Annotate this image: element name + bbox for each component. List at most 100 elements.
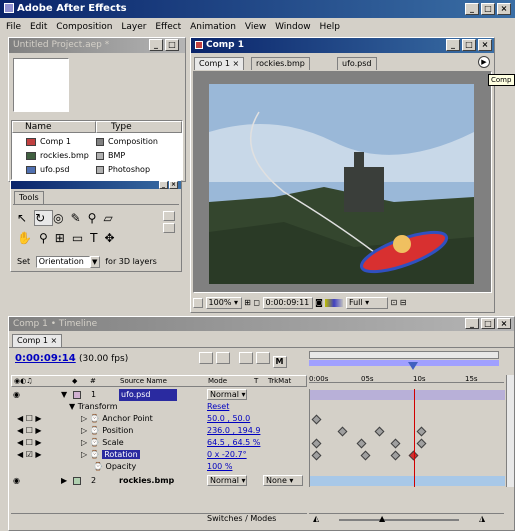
- project-col-name[interactable]: Name: [12, 121, 96, 133]
- menu-view[interactable]: View: [245, 22, 266, 32]
- tab-comp-1[interactable]: Comp 1 ×: [194, 57, 245, 70]
- trkmat-dropdown[interactable]: None ▾: [263, 475, 303, 486]
- zoom-tool-icon[interactable]: ⚲: [39, 231, 55, 245]
- current-time-indicator[interactable]: [408, 362, 418, 370]
- draft-3d-icon[interactable]: [215, 352, 230, 364]
- stopwatch-icon[interactable]: ⌚: [93, 462, 106, 471]
- mask-icon[interactable]: ◻: [253, 298, 260, 307]
- trkmat-header[interactable]: TrkMat: [268, 376, 291, 386]
- work-area-bar[interactable]: [309, 351, 499, 359]
- tab-timeline-comp[interactable]: Comp 1 ×: [12, 334, 63, 347]
- source-name-header[interactable]: Source Name: [120, 376, 167, 386]
- timeline-minimize-button[interactable]: _: [465, 318, 479, 329]
- reset-link[interactable]: Reset: [207, 401, 229, 413]
- comp-maximize-button[interactable]: □: [462, 39, 476, 51]
- tools-close-button[interactable]: ×: [169, 181, 178, 189]
- property-value[interactable]: 50.0 , 50.0: [207, 413, 250, 425]
- close-button[interactable]: ×: [497, 3, 511, 15]
- tab-tools[interactable]: Tools: [14, 191, 44, 204]
- mode-header[interactable]: Mode: [208, 376, 227, 386]
- rotation-tool-icon[interactable]: ↻: [34, 210, 54, 226]
- keyframe-nav-scale[interactable]: ◀ ☐ ▶: [17, 437, 42, 449]
- video-switch-icon[interactable]: ◉: [13, 389, 20, 401]
- track-xy-icon[interactable]: ⊞: [55, 231, 72, 245]
- motion-blur-icon[interactable]: [255, 352, 270, 364]
- comp-viewer[interactable]: [193, 71, 492, 293]
- keyframe[interactable]: [356, 438, 367, 449]
- keyframe[interactable]: [337, 426, 348, 437]
- property-scale[interactable]: ▷ ⌚ Scale: [81, 437, 124, 449]
- zoom-slider-thumb[interactable]: ▲: [379, 514, 385, 523]
- stopwatch-icon[interactable]: ▷ ⌚: [81, 438, 102, 447]
- color-channels-icon[interactable]: [325, 298, 344, 307]
- menu-layer[interactable]: Layer: [121, 22, 146, 32]
- project-maximize-button[interactable]: □: [165, 39, 179, 51]
- zoom-in-icon[interactable]: ◮: [479, 514, 485, 523]
- keyframe[interactable]: [311, 438, 322, 449]
- switches-modes-toggle[interactable]: Switches / Modes: [207, 514, 276, 523]
- live-update-icon[interactable]: [199, 352, 213, 364]
- time-ruler[interactable]: 0:00s 05s 10s 15s: [309, 367, 504, 383]
- layer-name[interactable]: ufo.psd: [119, 389, 177, 401]
- menu-animation[interactable]: Animation: [190, 22, 236, 32]
- timeline-maximize-button[interactable]: □: [481, 318, 495, 329]
- label-color-icon[interactable]: [73, 391, 81, 399]
- transform-group[interactable]: ▼ Transform: [69, 401, 118, 413]
- hand-tool-icon[interactable]: ✋: [17, 231, 39, 245]
- layer-row-1[interactable]: ◉ ▼ 1 ufo.psd Normal ▾: [11, 389, 307, 401]
- resolution-dropdown[interactable]: Full ▾: [345, 296, 388, 309]
- zoom-slider[interactable]: [309, 360, 499, 366]
- timeline-scrollbar[interactable]: [506, 375, 514, 487]
- keyframe-nav-position[interactable]: ◀ ☐ ▶: [17, 425, 42, 437]
- label-color-icon[interactable]: [73, 477, 81, 485]
- expand-triangle-icon[interactable]: ▼: [61, 389, 67, 401]
- axis-local-icon[interactable]: [163, 211, 175, 221]
- keyframe-nav-anchor[interactable]: ◀ ☐ ▶: [17, 413, 42, 425]
- stopwatch-icon[interactable]: ▷ ⌚: [81, 426, 102, 435]
- property-anchor-point[interactable]: ▷ ⌚ Anchor Point: [81, 413, 153, 425]
- menu-edit[interactable]: Edit: [30, 22, 47, 32]
- pin-tool-icon[interactable]: ✥: [105, 231, 122, 245]
- eraser-tool-icon[interactable]: ▱: [103, 211, 119, 225]
- menu-window[interactable]: Window: [275, 22, 311, 32]
- stopwatch-icon[interactable]: ▷ ⌚: [81, 414, 102, 423]
- keyframe[interactable]: [416, 438, 427, 449]
- chevron-down-icon[interactable]: ▼: [89, 255, 100, 268]
- timeline-timecode[interactable]: 0:00:09:14: [15, 353, 76, 364]
- property-value[interactable]: 236.0 , 194.9: [207, 425, 260, 437]
- menu-effect[interactable]: Effect: [155, 22, 181, 32]
- keyframe[interactable]: [390, 438, 401, 449]
- keyframe[interactable]: [311, 450, 322, 461]
- layer-bar-1[interactable]: [310, 390, 505, 400]
- comp-flyout-button[interactable]: ▶: [478, 56, 490, 68]
- maximize-button[interactable]: □: [481, 3, 495, 15]
- keyframe[interactable]: [374, 426, 385, 437]
- property-value[interactable]: 64.5 , 64.5 %: [207, 437, 260, 449]
- comp-close-button[interactable]: ×: [478, 39, 492, 51]
- comp-minimize-button[interactable]: _: [446, 39, 460, 51]
- layer-mode-dropdown[interactable]: Normal ▾: [207, 389, 247, 400]
- region-icon[interactable]: ⊡: [390, 298, 397, 307]
- frame-blend-icon[interactable]: [238, 352, 253, 364]
- current-time-display[interactable]: 0:00:09:11: [262, 296, 313, 309]
- axis-world-icon[interactable]: [163, 223, 175, 233]
- video-switch-icon[interactable]: ◉: [13, 475, 20, 487]
- set-dropdown[interactable]: Orientation: [35, 255, 90, 268]
- property-value[interactable]: 100 %: [207, 461, 232, 473]
- project-item-rockies[interactable]: rockies.bmp BMP: [12, 150, 182, 162]
- expand-triangle-icon[interactable]: ▶: [61, 475, 67, 487]
- layer-bar-2[interactable]: [310, 476, 505, 486]
- menu-help[interactable]: Help: [319, 22, 340, 32]
- layer-row-2[interactable]: ◉ ▶ 2 rockies.bmp Normal ▾ None ▾: [11, 475, 307, 487]
- camera-icon[interactable]: ◙: [315, 298, 323, 307]
- property-value[interactable]: 0 x -20.7°: [207, 449, 247, 461]
- stopwatch-icon[interactable]: ▷ ⌚: [81, 450, 102, 459]
- grid-icon[interactable]: ⊞: [244, 298, 251, 307]
- property-rotation[interactable]: ▷ ⌚ Rotation: [81, 449, 140, 461]
- menu-file[interactable]: File: [6, 22, 21, 32]
- orbit-camera-icon[interactable]: ◎: [53, 211, 70, 225]
- project-item-comp[interactable]: Comp 1 Composition: [12, 136, 182, 148]
- pen-tool-icon[interactable]: ✎: [71, 211, 88, 225]
- expand-triangle-icon[interactable]: ▼: [69, 402, 78, 411]
- minimize-button[interactable]: _: [465, 3, 479, 15]
